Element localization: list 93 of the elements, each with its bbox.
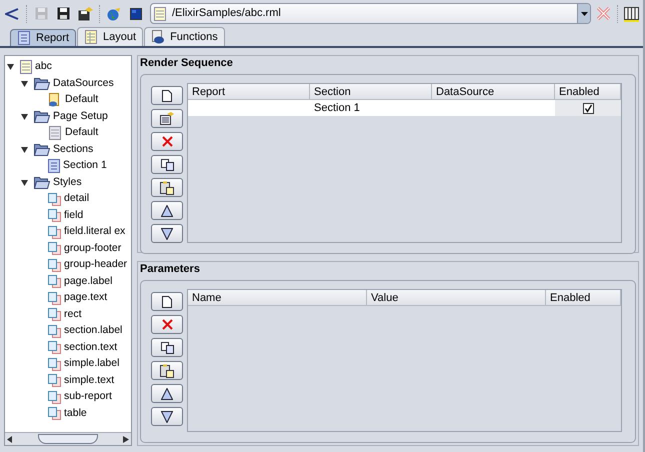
tree-item[interactable]: Styles: [53, 174, 82, 191]
folder-icon: [34, 110, 50, 124]
copy-button[interactable]: [151, 155, 183, 174]
columns-icon[interactable]: [624, 6, 639, 22]
style-icon: [48, 192, 61, 206]
tree-item[interactable]: simple.label: [64, 356, 120, 372]
down-triangle-icon: [161, 410, 173, 422]
properties-button[interactable]: [151, 109, 183, 128]
new-document-icon: [162, 90, 172, 102]
style-icon: [48, 308, 61, 322]
tree-item[interactable]: page.label: [64, 274, 112, 290]
paste-button[interactable]: [151, 361, 183, 380]
down-triangle-icon: [161, 228, 173, 240]
checkbox[interactable]: [582, 102, 594, 114]
scroll-left-icon[interactable]: [7, 436, 13, 442]
tree-item[interactable]: DataSources: [53, 76, 114, 92]
tab[interactable]: Report: [10, 28, 76, 46]
style-icon: [48, 358, 61, 371]
tree-item[interactable]: sub-report: [64, 389, 112, 406]
paste-icon: [160, 364, 174, 378]
paste-icon: [160, 180, 174, 194]
new-document-icon: [162, 296, 172, 308]
style-icon: [48, 324, 61, 338]
down-triangle-button[interactable]: [151, 224, 183, 243]
new-document-button[interactable]: [151, 86, 183, 105]
tree-item[interactable]: page.text: [64, 290, 108, 306]
tree-item[interactable]: group-header: [64, 257, 128, 274]
properties-icon: [160, 112, 174, 125]
style-icon: [48, 390, 61, 404]
tree-item[interactable]: Default: [65, 125, 98, 142]
tree-item[interactable]: field.literal ex: [64, 224, 126, 240]
document-icon: [20, 60, 32, 74]
close-icon[interactable]: [597, 6, 611, 20]
floppy-disk-icon[interactable]: [77, 4, 93, 22]
path-combo-box[interactable]: /ElixirSamples/abc.rml: [150, 3, 591, 24]
tree-item[interactable]: rect: [64, 306, 82, 323]
table-cell-text: Section 1: [313, 101, 361, 116]
tab[interactable]: Layout: [77, 27, 144, 46]
tree-item[interactable]: field: [64, 208, 84, 224]
up-triangle-icon: [161, 204, 173, 216]
style-icon: [48, 226, 61, 239]
folder-icon: [34, 143, 50, 156]
style-icon: [48, 209, 61, 222]
tree-item[interactable]: Section 1: [63, 158, 107, 174]
style-icon: [48, 242, 61, 256]
tree-item[interactable]: Default: [65, 92, 98, 108]
functions-icon: [151, 30, 166, 44]
tree-item[interactable]: table: [64, 406, 87, 422]
up-triangle-button[interactable]: [151, 384, 183, 403]
tree-item[interactable]: section.label: [64, 323, 122, 340]
down-triangle-button[interactable]: [151, 407, 183, 426]
up-triangle-button[interactable]: [151, 201, 183, 220]
style-icon: [48, 374, 61, 388]
tree-item[interactable]: Sections: [53, 142, 94, 158]
column-header[interactable]: DataSource: [432, 84, 555, 99]
folder-icon: [34, 77, 50, 90]
tree-item[interactable]: section.text: [64, 340, 118, 356]
column-header[interactable]: Name: [188, 290, 367, 305]
style-icon: [48, 292, 61, 305]
database-icon: [48, 93, 62, 108]
tree-item[interactable]: group-footer: [64, 240, 122, 257]
delete-button[interactable]: [151, 132, 183, 151]
section-icon: [48, 159, 60, 174]
copy-icon: [160, 342, 174, 354]
column-header[interactable]: Enabled: [555, 84, 621, 99]
layout-icon: [84, 30, 98, 44]
scroll-right-icon[interactable]: [123, 436, 129, 442]
column-header[interactable]: Section: [310, 84, 432, 99]
delete-icon: [162, 136, 172, 147]
new-document-button[interactable]: [151, 292, 183, 311]
delete-button[interactable]: [151, 315, 183, 334]
horizontal-scrollbar[interactable]: [5, 432, 131, 445]
tree-item[interactable]: simple.text: [64, 372, 114, 389]
style-icon: [48, 258, 61, 272]
column-header[interactable]: Report: [188, 84, 310, 99]
tree-item[interactable]: Page Setup: [53, 108, 108, 125]
tree-item[interactable]: abc: [35, 59, 52, 76]
folder-icon: [34, 176, 50, 190]
style-icon: [48, 341, 61, 354]
up-triangle-icon: [161, 388, 173, 400]
copy-button[interactable]: [151, 338, 183, 357]
copy-icon: [160, 158, 174, 170]
tree-item[interactable]: detail: [64, 191, 90, 208]
tab[interactable]: Functions: [144, 27, 225, 46]
style-icon: [48, 275, 61, 288]
page-icon: [48, 126, 62, 140]
paste-button[interactable]: [151, 178, 183, 197]
column-header[interactable]: Value: [367, 290, 546, 305]
style-icon: [48, 407, 61, 420]
report-icon: [17, 30, 31, 45]
document-icon: [154, 6, 168, 20]
delete-icon: [162, 319, 172, 330]
column-header[interactable]: Enabled: [546, 290, 621, 305]
